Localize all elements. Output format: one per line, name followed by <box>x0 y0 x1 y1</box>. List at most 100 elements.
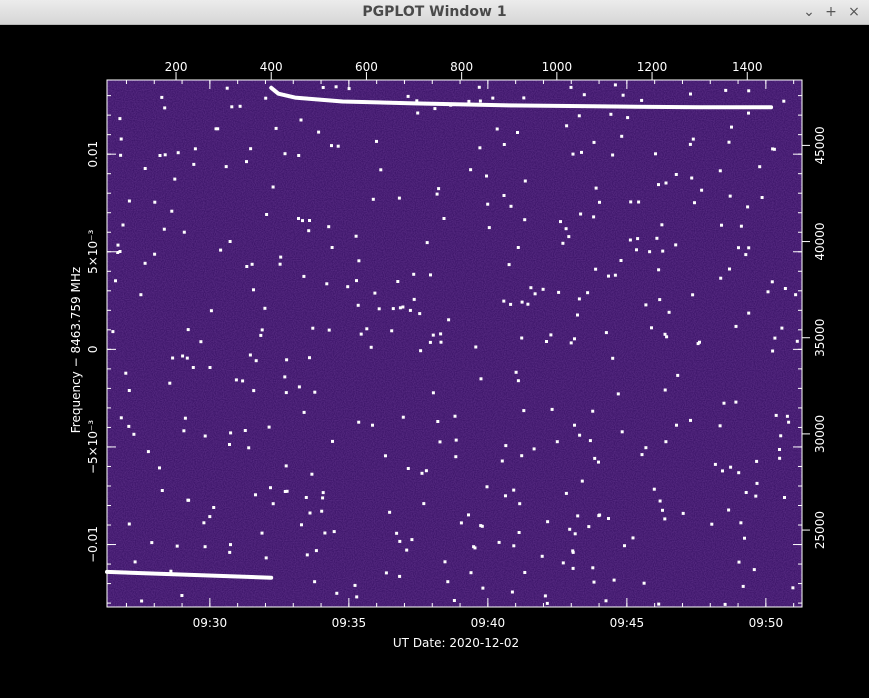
speckle <box>357 259 361 263</box>
speckle <box>425 241 429 245</box>
speckle <box>613 83 617 87</box>
speckle <box>675 423 678 427</box>
speckle <box>628 238 632 242</box>
speckle <box>332 530 336 534</box>
speckle <box>143 261 147 265</box>
speckle <box>252 288 255 292</box>
speckle <box>523 179 527 183</box>
speckle <box>424 469 428 473</box>
speckle <box>661 249 665 253</box>
speckle <box>569 341 573 345</box>
speckle <box>658 499 662 503</box>
speckle <box>729 465 733 469</box>
minimize-icon[interactable]: ⌄ <box>800 3 818 21</box>
speckle <box>311 326 315 330</box>
speckle <box>271 185 275 189</box>
speckle <box>561 241 565 245</box>
speckle <box>739 521 743 525</box>
y-left-tick-label: 5×10⁻³ <box>86 230 100 274</box>
speckle <box>111 330 115 334</box>
speckle <box>637 200 641 204</box>
speckle <box>577 297 581 301</box>
speckle <box>650 326 653 330</box>
speckle <box>284 391 288 395</box>
speckle <box>379 168 383 172</box>
speckle <box>700 188 704 192</box>
speckle <box>285 489 289 493</box>
speckle <box>480 524 484 528</box>
speckle <box>594 186 598 190</box>
speckle <box>509 302 513 306</box>
speckle <box>254 493 257 497</box>
speckle <box>664 440 668 444</box>
speckle <box>420 471 424 475</box>
speckle <box>469 571 473 575</box>
speckle <box>691 293 695 297</box>
speckle <box>664 181 668 185</box>
speckle <box>301 219 304 223</box>
speckle <box>720 223 723 227</box>
speckle <box>655 236 659 240</box>
speckle <box>760 196 764 199</box>
speckle <box>283 375 287 379</box>
speckle <box>640 453 644 457</box>
speckle <box>516 379 520 383</box>
speckle <box>755 459 759 463</box>
speckle <box>690 176 694 180</box>
speckle <box>208 366 212 369</box>
speckle <box>158 154 162 157</box>
speckle <box>557 290 561 294</box>
speckle <box>230 105 234 109</box>
speckle <box>118 250 122 253</box>
speckle <box>365 327 369 331</box>
speckle <box>577 114 581 118</box>
speckle <box>412 297 416 301</box>
speckle <box>168 381 172 385</box>
speckle <box>612 578 616 582</box>
speckle <box>384 571 388 575</box>
speckle <box>219 248 223 252</box>
speckle <box>545 340 548 343</box>
speckle <box>593 456 597 460</box>
maximize-icon[interactable]: + <box>822 3 840 21</box>
speckle <box>336 144 340 148</box>
speckle <box>228 240 232 243</box>
speckle <box>304 496 308 499</box>
title-bar[interactable]: PGPLOT Window 1 ⌄ + × <box>0 0 869 25</box>
speckle <box>406 94 410 98</box>
speckle <box>234 378 238 382</box>
speckle <box>431 391 435 395</box>
speckle <box>401 415 405 419</box>
speckle <box>502 194 506 197</box>
speckle <box>644 303 648 307</box>
speckle <box>278 262 282 266</box>
speckle <box>598 200 601 204</box>
speckle <box>550 407 554 411</box>
speckle <box>418 312 422 316</box>
speckle <box>127 424 131 428</box>
speckle <box>271 502 275 506</box>
speckle <box>722 401 726 405</box>
close-icon[interactable]: × <box>845 3 863 21</box>
speckle <box>661 508 664 512</box>
speckle <box>523 571 527 574</box>
x-bottom-tick-label: 09:50 <box>749 616 784 630</box>
speckle <box>299 118 303 122</box>
speckle <box>588 439 592 443</box>
speckle <box>325 282 329 286</box>
speckle <box>481 586 485 590</box>
speckle <box>243 429 247 432</box>
speckle <box>571 152 575 156</box>
speckle <box>543 594 547 598</box>
speckle <box>629 200 633 204</box>
speckle <box>369 345 373 349</box>
speckle <box>209 309 213 313</box>
speckle <box>723 602 727 606</box>
speckle <box>116 243 120 247</box>
speckle <box>171 356 175 360</box>
y-right-tick-label: 40000 <box>813 222 827 260</box>
speckle <box>467 99 471 103</box>
speckle <box>555 440 559 444</box>
speckle <box>208 515 212 519</box>
speckle <box>469 168 473 172</box>
